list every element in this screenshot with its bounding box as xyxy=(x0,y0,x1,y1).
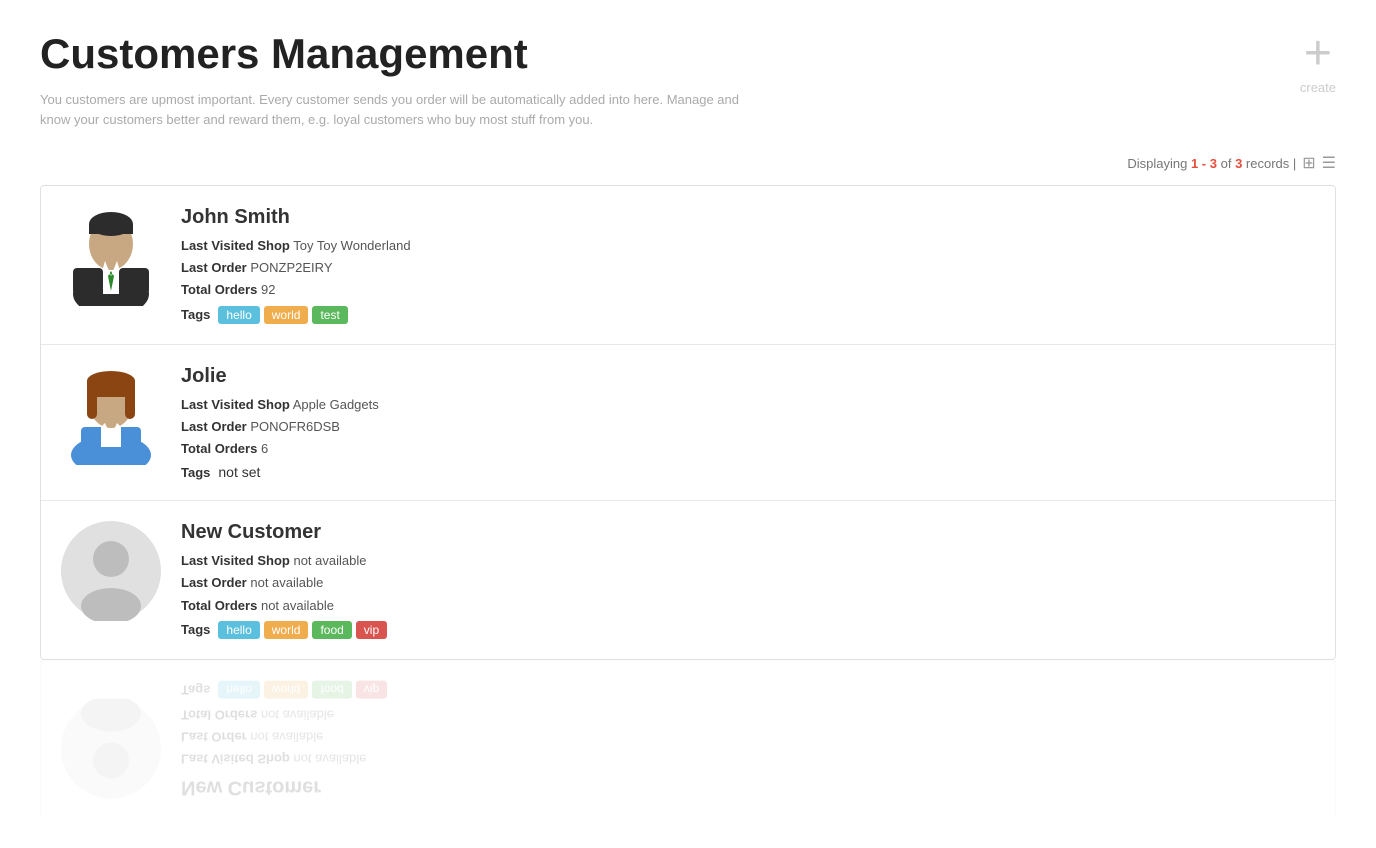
info-row: Last Order not available xyxy=(181,727,1315,745)
avatar xyxy=(61,521,161,621)
tags-row: Tags hello world food vip xyxy=(181,621,1315,639)
info-last-visited-shop: Last Visited Shop Apple Gadgets xyxy=(181,396,1315,414)
tag[interactable]: test xyxy=(312,306,347,324)
grid-view-icon[interactable]: ⊞ xyxy=(1302,153,1315,173)
tag[interactable]: hello xyxy=(218,621,259,639)
tag: food xyxy=(312,681,351,699)
reflection-list: New Customer Last Visited Shop not avail… xyxy=(40,660,1336,819)
avatar xyxy=(61,365,161,465)
tag: vip xyxy=(356,681,387,699)
displaying-text: Displaying 1 - 3 of 3 records | xyxy=(1127,156,1296,171)
customer-info: New Customer Last Visited Shop not avail… xyxy=(181,681,1315,799)
customer-info: New Customer Last Visited Shop not avail… xyxy=(181,521,1315,639)
info-last-order: Last Order PONZP2EIRY xyxy=(181,259,1315,277)
display-bar: Displaying 1 - 3 of 3 records | ⊞ ☰ xyxy=(40,153,1336,173)
tag[interactable]: vip xyxy=(356,621,387,639)
avatar xyxy=(61,698,161,798)
reflection-card: New Customer Last Visited Shop not avail… xyxy=(41,661,1335,819)
tag: hello xyxy=(218,681,259,699)
tags-row: Tags not set xyxy=(181,464,1315,480)
create-label: create xyxy=(1300,80,1336,95)
tag[interactable]: food xyxy=(312,621,351,639)
info-last-order: Last Order PONOFR6DSB xyxy=(181,418,1315,436)
reflection-area: New Customer Last Visited Shop not avail… xyxy=(40,660,1336,819)
tag[interactable]: hello xyxy=(218,306,259,324)
info-total-orders: Total Orders 6 xyxy=(181,440,1315,458)
page-title: Customers Management xyxy=(40,30,1336,78)
customer-name: John Smith xyxy=(181,206,1315,229)
page-description: You customers are upmost important. Ever… xyxy=(40,90,740,129)
page-container: Customers Management You customers are u… xyxy=(0,0,1376,848)
info-last-visited-shop: Last Visited Shop Toy Toy Wonderland xyxy=(181,237,1315,255)
info-last-order: Last Order not available xyxy=(181,574,1315,592)
tag: world xyxy=(264,681,309,699)
customer-card[interactable]: Jolie Last Visited Shop Apple Gadgets La… xyxy=(41,345,1335,502)
customer-name: New Customer xyxy=(181,521,1315,544)
info-last-visited-shop: Last Visited Shop not available xyxy=(181,552,1315,570)
customer-info: Jolie Last Visited Shop Apple Gadgets La… xyxy=(181,365,1315,481)
info-total-orders: Total Orders 92 xyxy=(181,281,1315,299)
info-total-orders: Total Orders not available xyxy=(181,597,1315,615)
customer-card[interactable]: New Customer Last Visited Shop not avail… xyxy=(41,501,1335,659)
customer-card[interactable]: John Smith Last Visited Shop Toy Toy Won… xyxy=(41,186,1335,345)
info-row: Total Orders not available xyxy=(181,705,1315,723)
customer-list: John Smith Last Visited Shop Toy Toy Won… xyxy=(40,185,1336,660)
tag[interactable]: world xyxy=(264,621,309,639)
list-view-icon[interactable]: ☰ xyxy=(1322,153,1336,173)
avatar xyxy=(61,206,161,306)
customer-name: Jolie xyxy=(181,365,1315,388)
customer-info: John Smith Last Visited Shop Toy Toy Won… xyxy=(181,206,1315,324)
tags-row: Tags hello world test xyxy=(181,306,1315,324)
create-button[interactable]: + create xyxy=(1300,30,1336,95)
tag[interactable]: world xyxy=(264,306,309,324)
info-row: Last Visited Shop not available xyxy=(181,749,1315,767)
tags-row: Tags hello world food vip xyxy=(181,681,1315,699)
plus-icon: + xyxy=(1304,30,1332,78)
customer-name: New Customer xyxy=(181,775,1315,798)
